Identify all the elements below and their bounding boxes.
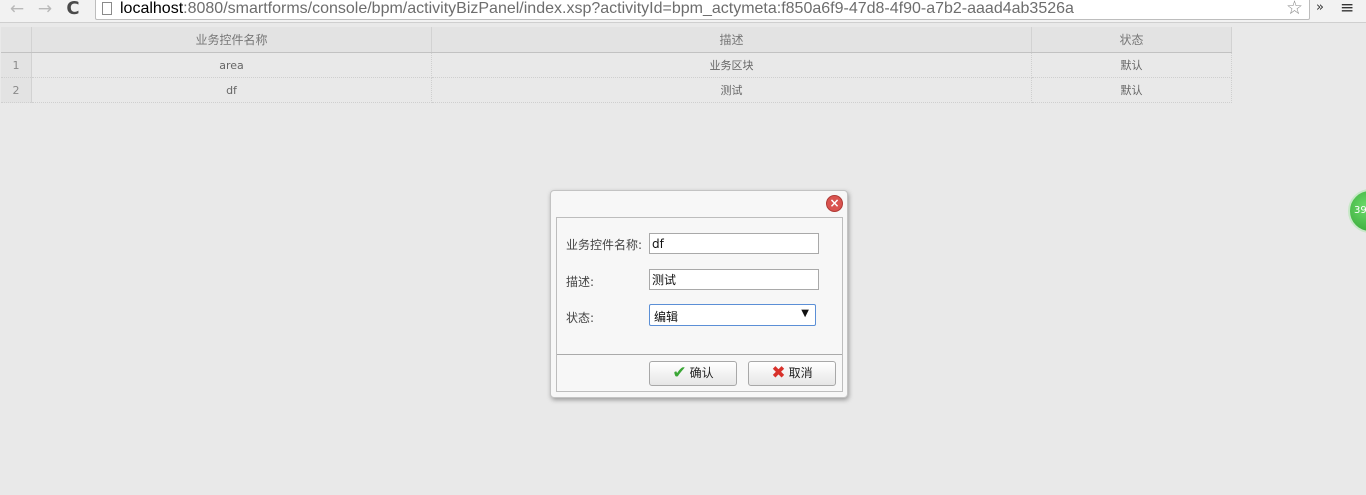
cell-status: 默认 xyxy=(1031,52,1232,78)
grid-header-row: 业务控件名称 描述 状态 xyxy=(1,27,1232,53)
cancel-button-label: 取消 xyxy=(788,366,813,380)
description-input[interactable] xyxy=(649,269,819,290)
address-bar[interactable]: localhost:8080/smartforms/console/bpm/ac… xyxy=(95,0,1310,20)
cell-description: 业务区块 xyxy=(431,52,1032,78)
cell-name: df xyxy=(31,77,432,103)
overflow-chevron-icon[interactable]: » xyxy=(1316,0,1324,15)
footer-divider xyxy=(557,354,842,355)
page-icon xyxy=(102,2,112,15)
row-number-header xyxy=(1,27,32,53)
url-text: localhost:8080/smartforms/console/bpm/ac… xyxy=(120,0,1074,17)
confirm-button[interactable]: ✔ 确认 xyxy=(649,361,737,386)
column-header-status[interactable]: 状态 xyxy=(1031,27,1232,53)
data-grid: 业务控件名称 描述 状态 1 area 业务区块 默认 2 df 测试 默认 xyxy=(1,27,1232,103)
cell-status: 默认 xyxy=(1031,77,1232,103)
bookmark-star-icon[interactable]: ☆ xyxy=(1286,0,1303,19)
browser-toolbar: ← → C localhost:8080/smartforms/console/… xyxy=(0,0,1366,23)
row-number: 2 xyxy=(1,77,32,103)
checkmark-icon: ✔ xyxy=(672,363,687,383)
edit-dialog: × 业务控件名称: 描述: 状态: 编辑 ▼ ✔确认 ✖取消 xyxy=(550,190,848,398)
confirm-button-label: 确认 xyxy=(689,366,714,380)
back-arrow-icon[interactable]: ← xyxy=(6,0,28,20)
row-number: 1 xyxy=(1,52,32,78)
name-label: 业务控件名称: xyxy=(566,238,643,252)
cell-description: 测试 xyxy=(431,77,1032,103)
close-icon[interactable]: × xyxy=(826,195,843,212)
dropdown-arrow-icon: ▼ xyxy=(801,308,809,319)
menu-icon[interactable]: ≡ xyxy=(1340,0,1354,18)
status-select-value: 编辑 xyxy=(654,310,679,324)
status-select[interactable]: 编辑 ▼ xyxy=(649,304,816,326)
cancel-button[interactable]: ✖ 取消 xyxy=(748,361,836,386)
name-input[interactable] xyxy=(649,233,819,254)
description-label: 描述: xyxy=(566,275,595,289)
table-row[interactable]: 2 df 测试 默认 xyxy=(1,77,1232,103)
cell-name: area xyxy=(31,52,432,78)
cross-icon: ✖ xyxy=(771,363,786,383)
column-header-description[interactable]: 描述 xyxy=(431,27,1032,53)
column-header-name[interactable]: 业务控件名称 xyxy=(31,27,432,53)
table-row[interactable]: 1 area 业务区块 默认 xyxy=(1,52,1232,78)
forward-arrow-icon[interactable]: → xyxy=(34,0,56,20)
reload-icon[interactable]: C xyxy=(62,0,84,20)
floating-badge[interactable]: 39 xyxy=(1348,189,1366,233)
status-label: 状态: xyxy=(566,311,595,325)
dialog-form: 业务控件名称: 描述: 状态: 编辑 ▼ ✔确认 ✖取消 xyxy=(556,217,843,392)
